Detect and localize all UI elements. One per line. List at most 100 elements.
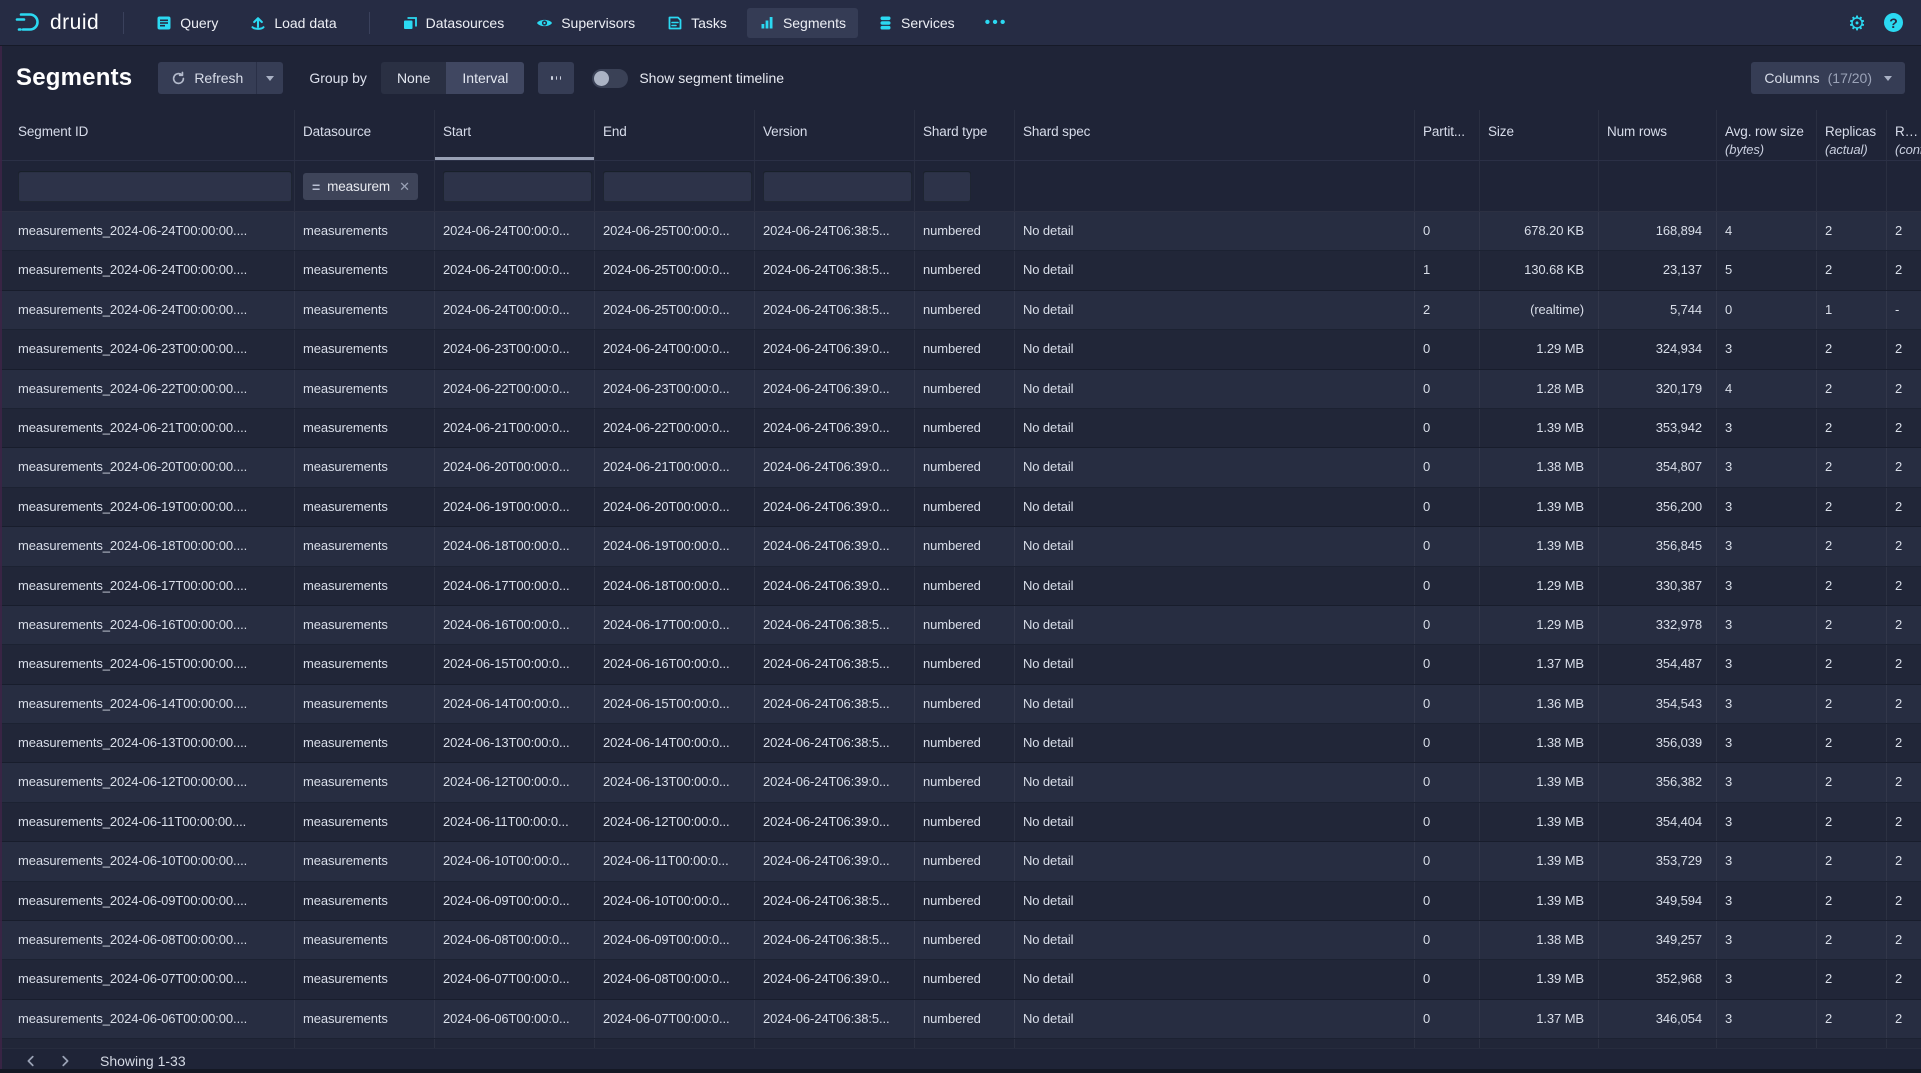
cell-replicas[interactable]: 2	[1817, 370, 1887, 408]
cell-version[interactable]: 2024-06-24T06:38:5...	[755, 1000, 915, 1038]
cell-shard-spec[interactable]: No detail	[1015, 370, 1415, 408]
header-replicas[interactable]: Replicas (actual)	[1817, 110, 1887, 160]
cell-replication-factor[interactable]: 2	[1887, 567, 1921, 605]
cell-replication-factor[interactable]: 2	[1887, 409, 1921, 447]
cell-version[interactable]: 2024-06-24T06:39:0...	[755, 842, 915, 880]
cell-avg-row-size[interactable]: 3	[1717, 685, 1817, 723]
cell-shard-type[interactable]: numbered	[915, 724, 1015, 762]
cell-shard-type[interactable]: numbered	[915, 842, 1015, 880]
cell-shard-spec[interactable]: No detail	[1015, 527, 1415, 565]
cell-datasource[interactable]: measurements	[295, 724, 435, 762]
header-end[interactable]: End	[595, 110, 755, 160]
cell-datasource[interactable]: measurements	[295, 842, 435, 880]
table-row[interactable]: measurements_2024-06-14T00:00:00.... mea…	[0, 685, 1921, 724]
druid-logo[interactable]: druid	[14, 9, 99, 36]
cell-version[interactable]: 2024-06-24T06:39:0...	[755, 409, 915, 447]
cell-replicas[interactable]: 2	[1817, 763, 1887, 801]
cell-partition[interactable]: 0	[1415, 527, 1480, 565]
cell-end[interactable]: 2024-06-25T00:00:0...	[595, 251, 755, 289]
cell-avg-row-size[interactable]: 3	[1717, 1039, 1817, 1048]
cell-end[interactable]: 2024-06-07T00:00:0...	[595, 1000, 755, 1038]
cell-size[interactable]: 1.39 MB	[1480, 527, 1599, 565]
settings-gear-icon[interactable]: ⚙	[1848, 13, 1866, 33]
cell-shard-type[interactable]: numbered	[915, 567, 1015, 605]
cell-start[interactable]: 2024-06-11T00:00:0...	[435, 803, 595, 841]
cell-partition[interactable]: 0	[1415, 1039, 1480, 1048]
cell-partition[interactable]: 0	[1415, 330, 1480, 368]
cell-size[interactable]: 1.38 MB	[1480, 1039, 1599, 1048]
cell-version[interactable]: 2024-06-24T06:39:0...	[755, 527, 915, 565]
cell-num-rows[interactable]: 349,257	[1599, 921, 1717, 959]
cell-shard-spec[interactable]: No detail	[1015, 645, 1415, 683]
cell-size[interactable]: 1.37 MB	[1480, 1000, 1599, 1038]
cell-version[interactable]: 2024-06-24T06:38:5...	[755, 882, 915, 920]
cell-partition[interactable]: 0	[1415, 370, 1480, 408]
cell-size[interactable]: 1.39 MB	[1480, 803, 1599, 841]
cell-shard-spec[interactable]: No detail	[1015, 251, 1415, 289]
cell-num-rows[interactable]: 346,054	[1599, 1000, 1717, 1038]
cell-version[interactable]: 2024-06-24T06:38:5...	[755, 724, 915, 762]
cell-start[interactable]: 2024-06-06T00:00:0...	[435, 1000, 595, 1038]
cell-partition[interactable]: 0	[1415, 567, 1480, 605]
cell-segment-id[interactable]: measurements_2024-06-06T00:00:00....	[10, 1000, 295, 1038]
cell-end[interactable]: 2024-06-10T00:00:0...	[595, 882, 755, 920]
cell-replication-factor[interactable]: 2	[1887, 330, 1921, 368]
cell-shard-spec[interactable]: No detail	[1015, 291, 1415, 329]
cell-shard-type[interactable]: numbered	[915, 488, 1015, 526]
group-by-interval-button[interactable]: Interval	[446, 62, 524, 94]
cell-segment-id[interactable]: measurements_2024-06-17T00:00:00....	[10, 567, 295, 605]
cell-num-rows[interactable]: 332,978	[1599, 606, 1717, 644]
columns-button[interactable]: Columns (17/20)	[1751, 62, 1905, 94]
table-row[interactable]: measurements_2024-06-09T00:00:00.... mea…	[0, 882, 1921, 921]
cell-shard-type[interactable]: numbered	[915, 212, 1015, 250]
table-row[interactable]: measurements_2024-06-07T00:00:00.... mea…	[0, 960, 1921, 999]
nav-item-load-data[interactable]: Load data	[238, 8, 348, 38]
header-segment-id[interactable]: Segment ID	[10, 110, 295, 160]
cell-end[interactable]: 2024-06-16T00:00:0...	[595, 645, 755, 683]
cell-avg-row-size[interactable]: 3	[1717, 882, 1817, 920]
cell-shard-type[interactable]: numbered	[915, 606, 1015, 644]
cell-datasource[interactable]: measurements	[295, 921, 435, 959]
cell-num-rows[interactable]: 320,179	[1599, 370, 1717, 408]
cell-size[interactable]: 1.39 MB	[1480, 882, 1599, 920]
cell-end[interactable]: 2024-06-13T00:00:0...	[595, 763, 755, 801]
cell-partition[interactable]: 0	[1415, 685, 1480, 723]
cell-datasource[interactable]: measurements	[295, 645, 435, 683]
cell-segment-id[interactable]: measurements_2024-06-13T00:00:00....	[10, 724, 295, 762]
cell-partition[interactable]: 2	[1415, 291, 1480, 329]
cell-shard-type[interactable]: numbered	[915, 448, 1015, 486]
cell-version[interactable]: 2024-06-24T06:39:0...	[755, 803, 915, 841]
table-row[interactable]: measurements_2024-06-19T00:00:00.... mea…	[0, 488, 1921, 527]
cell-avg-row-size[interactable]: 3	[1717, 803, 1817, 841]
cell-version[interactable]: 2024-06-24T06:38:5...	[755, 1039, 915, 1048]
refresh-button[interactable]: Refresh	[158, 62, 256, 94]
cell-replication-factor[interactable]: 2	[1887, 842, 1921, 880]
cell-segment-id[interactable]: measurements_2024-06-07T00:00:00....	[10, 960, 295, 998]
cell-start[interactable]: 2024-06-19T00:00:0...	[435, 488, 595, 526]
cell-shard-type[interactable]: numbered	[915, 763, 1015, 801]
cell-start[interactable]: 2024-06-24T00:00:0...	[435, 291, 595, 329]
group-by-none-button[interactable]: None	[381, 62, 446, 94]
cell-start[interactable]: 2024-06-24T00:00:0...	[435, 212, 595, 250]
cell-end[interactable]: 2024-06-24T00:00:0...	[595, 330, 755, 368]
cell-num-rows[interactable]: 23,137	[1599, 251, 1717, 289]
cell-avg-row-size[interactable]: 0	[1717, 291, 1817, 329]
cell-datasource[interactable]: measurements	[295, 409, 435, 447]
cell-end[interactable]: 2024-06-11T00:00:0...	[595, 842, 755, 880]
cell-shard-spec[interactable]: No detail	[1015, 488, 1415, 526]
header-datasource[interactable]: Datasource	[295, 110, 435, 160]
cell-num-rows[interactable]: 356,200	[1599, 488, 1717, 526]
cell-start[interactable]: 2024-06-16T00:00:0...	[435, 606, 595, 644]
cell-shard-spec[interactable]: No detail	[1015, 842, 1415, 880]
cell-avg-row-size[interactable]: 3	[1717, 448, 1817, 486]
help-icon[interactable]: ?	[1884, 13, 1903, 32]
table-row[interactable]: measurements_2024-06-05T00:00:00.... mea…	[0, 1039, 1921, 1048]
cell-version[interactable]: 2024-06-24T06:39:0...	[755, 370, 915, 408]
cell-segment-id[interactable]: measurements_2024-06-12T00:00:00....	[10, 763, 295, 801]
cell-num-rows[interactable]: 324,934	[1599, 330, 1717, 368]
previous-page-button[interactable]	[14, 1054, 48, 1068]
table-row[interactable]: measurements_2024-06-24T00:00:00.... mea…	[0, 291, 1921, 330]
cell-replicas[interactable]: 2	[1817, 882, 1887, 920]
header-partition[interactable]: Partit...	[1415, 110, 1480, 160]
cell-segment-id[interactable]: measurements_2024-06-24T00:00:00....	[10, 251, 295, 289]
